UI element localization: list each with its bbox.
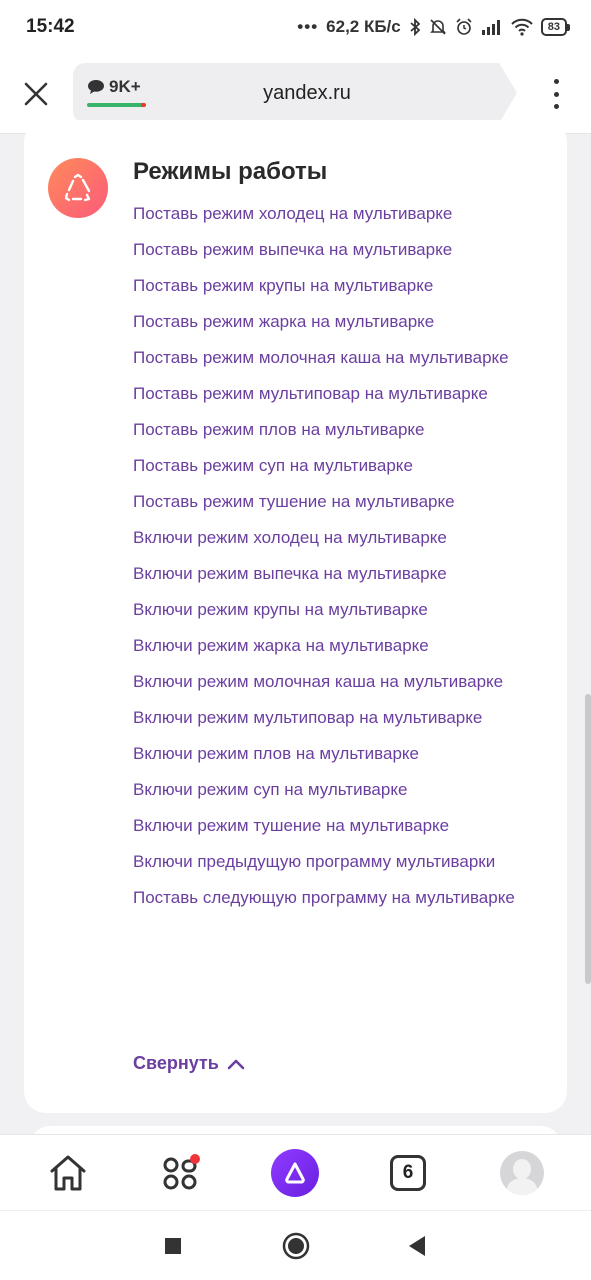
modes-card-icon xyxy=(48,158,108,218)
services-button[interactable] xyxy=(157,1149,205,1197)
alice-button[interactable] xyxy=(271,1149,319,1197)
command-link[interactable]: Включи режим жарка на мультиварке xyxy=(133,634,553,658)
network-speed: 62,2 КБ/с xyxy=(326,17,401,36)
command-link[interactable]: Включи режим выпечка на мультиварке xyxy=(133,562,553,586)
chevron-up-icon xyxy=(227,1059,245,1069)
tabs-button[interactable]: 6 xyxy=(384,1149,432,1197)
system-navigation-bar xyxy=(0,1210,591,1280)
command-link[interactable]: Поставь режим плов на мультиварке xyxy=(133,418,553,442)
back-button[interactable] xyxy=(402,1231,432,1261)
mute-bell-icon xyxy=(429,18,447,36)
menu-dot-icon xyxy=(553,104,559,109)
more-notifications-icon: ••• xyxy=(297,17,319,36)
square-icon xyxy=(165,1238,181,1254)
command-link[interactable]: Включи режим плов на мультиварке xyxy=(133,742,553,766)
command-link[interactable]: Поставь режим крупы на мультиварке xyxy=(133,274,553,298)
command-link[interactable]: Поставь следующую программу на мультивар… xyxy=(133,886,553,910)
recents-button[interactable] xyxy=(158,1231,188,1261)
command-link[interactable]: Включи режим крупы на мультиварке xyxy=(133,598,553,622)
home-button[interactable] xyxy=(44,1149,92,1197)
address-bar[interactable]: 9K+ yandex.ru xyxy=(73,63,517,123)
command-link[interactable]: Поставь режим жарка на мультиварке xyxy=(133,310,553,334)
url-text: yandex.ru xyxy=(263,82,351,104)
command-link[interactable]: Поставь режим молочная каша на мультивар… xyxy=(133,346,553,370)
command-link[interactable]: Поставь режим суп на мультиварке xyxy=(133,454,553,478)
back-triangle-icon xyxy=(409,1236,425,1256)
avatar-body xyxy=(507,1178,537,1195)
command-link[interactable]: Поставь режим выпечка на мультиварке xyxy=(133,238,553,262)
command-link[interactable]: Включи предыдущую программу мультиварки xyxy=(133,850,553,874)
battery-indicator: 83 xyxy=(540,18,571,36)
command-link[interactable]: Включи режим суп на мультиварке xyxy=(133,778,553,802)
collapse-label: Свернуть xyxy=(133,1053,219,1073)
alice-icon xyxy=(271,1149,319,1197)
avatar xyxy=(500,1151,544,1195)
avatar-head xyxy=(513,1159,531,1179)
scrollbar[interactable] xyxy=(585,694,591,984)
tabs-count: 6 xyxy=(390,1155,426,1191)
recycle-triangle-icon xyxy=(64,173,91,202)
status-time: 15:42 xyxy=(26,16,75,37)
modes-card: Режимы работы Поставь режим холодец на м… xyxy=(24,120,567,1113)
menu-dot-icon xyxy=(553,79,559,84)
circle-icon xyxy=(282,1232,310,1260)
services-grid-icon xyxy=(163,1154,200,1190)
command-link[interactable]: Поставь режим холодец на мультиварке xyxy=(133,202,553,226)
command-link[interactable]: Поставь режим тушение на мультиварке xyxy=(133,490,553,514)
status-icons: ••• 62,2 КБ/с 83 xyxy=(297,17,571,37)
alarm-icon xyxy=(455,18,473,36)
command-link[interactable]: Включи режим тушение на мультиварке xyxy=(133,814,553,838)
android-home-button[interactable] xyxy=(281,1231,311,1261)
menu-dot-icon xyxy=(553,91,559,97)
bluetooth-icon xyxy=(409,18,421,36)
collapse-button[interactable]: Свернуть xyxy=(133,1053,245,1074)
command-link[interactable]: Включи режим мультиповар на мультиварке xyxy=(133,706,553,730)
wifi-icon xyxy=(511,18,533,36)
command-link[interactable]: Поставь режим мультиповар на мультиварке xyxy=(133,382,553,406)
profile-button[interactable] xyxy=(498,1149,546,1197)
command-link[interactable]: Включи режим молочная каша на мультиварк… xyxy=(133,670,553,694)
card-title: Режимы работы xyxy=(133,158,328,185)
home-icon xyxy=(50,1155,86,1191)
command-link[interactable]: Включи режим холодец на мультиварке xyxy=(133,526,553,550)
status-bar: 15:42 ••• 62,2 КБ/с 83 xyxy=(0,0,591,54)
signal-icon xyxy=(481,19,503,35)
close-icon xyxy=(24,82,48,105)
command-list: Поставь режим холодец на мультиварке Пос… xyxy=(133,202,553,922)
more-menu-button[interactable] xyxy=(541,76,571,112)
bottom-navigation: 6 xyxy=(0,1134,591,1210)
